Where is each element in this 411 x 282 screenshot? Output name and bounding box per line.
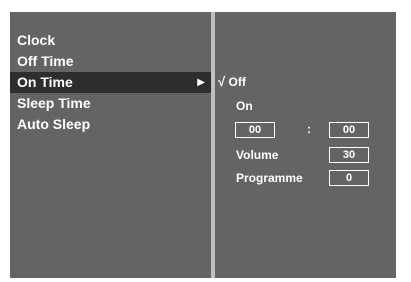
- submenu-arrow-icon: ▶: [197, 77, 205, 88]
- menu-item-clock[interactable]: Clock: [10, 30, 211, 51]
- menu-item-label: Clock: [17, 32, 56, 48]
- menu-item-auto-sleep[interactable]: Auto Sleep: [10, 114, 211, 135]
- volume-field[interactable]: 30: [329, 147, 369, 163]
- menu-item-sleep-time[interactable]: Sleep Time: [10, 93, 211, 114]
- tv-menu-screen: Clock Off Time On Time ▶ Sleep Time Auto…: [10, 12, 396, 278]
- check-mark-icon: √: [218, 74, 226, 89]
- minute-field[interactable]: 00: [329, 122, 369, 138]
- main-menu: Clock Off Time On Time ▶ Sleep Time Auto…: [10, 30, 211, 135]
- option-off-label: Off: [228, 75, 246, 89]
- on-time-submenu: √ Off On 00 : 00 Volume 30 Programme 0: [216, 12, 396, 278]
- time-separator: :: [307, 122, 311, 136]
- menu-item-label: Off Time: [17, 53, 74, 69]
- menu-item-label: Sleep Time: [17, 95, 91, 111]
- volume-label: Volume: [236, 148, 279, 162]
- option-on-label: On: [236, 99, 253, 113]
- programme-label: Programme: [236, 171, 303, 185]
- menu-item-off-time[interactable]: Off Time: [10, 51, 211, 72]
- programme-field[interactable]: 0: [329, 170, 369, 186]
- option-on[interactable]: On: [236, 99, 253, 113]
- menu-item-label: Auto Sleep: [17, 116, 91, 132]
- hour-field[interactable]: 00: [235, 122, 275, 138]
- menu-item-label: On Time: [17, 74, 73, 90]
- menu-item-on-time[interactable]: On Time ▶: [10, 72, 211, 93]
- option-off[interactable]: √ Off: [218, 74, 246, 89]
- menu-divider: [211, 12, 215, 278]
